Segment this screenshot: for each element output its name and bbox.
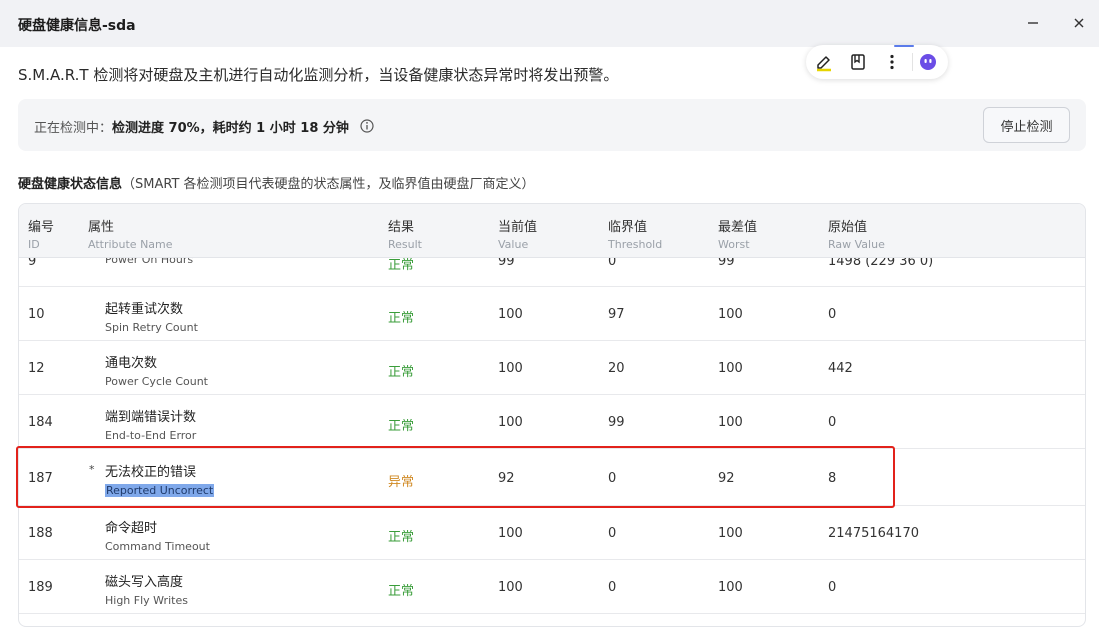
stop-detection-button[interactable]: 停止检测 — [983, 107, 1070, 143]
cell-raw-value: 442 — [828, 361, 853, 376]
detection-progress: 检测进度 70%，耗时约 1 小时 18 分钟 — [112, 121, 349, 136]
column-header-result: 结果 Result — [388, 220, 422, 251]
cell-attribute: 命令超时 Command Timeout — [105, 521, 210, 553]
cell-result: 正常 — [388, 365, 415, 380]
section-note: （SMART 各检测项目代表硬盘的状态属性，及临界值由硬盘厂商定义） — [122, 177, 535, 192]
cell-attribute: 磁头写入高度 High Fly Writes — [105, 575, 188, 607]
cell-value: 100 — [498, 307, 523, 322]
column-header-raw-value: 原始值 Raw Value — [828, 220, 885, 251]
cell-raw-value: 0 — [828, 580, 837, 595]
cell-worst: 100 — [718, 415, 743, 430]
cell-worst: 100 — [718, 526, 743, 541]
table-header: 编号 ID 属性 Attribute Name 结果 Result 当前值 Value … — [19, 204, 1085, 258]
window-titlebar: 硬盘健康信息-sda — [0, 0, 1099, 47]
column-header-id: 编号 ID — [28, 220, 55, 251]
table-row[interactable]: 189 磁头写入高度 High Fly Writes 正常 100 0 100 … — [19, 560, 1085, 614]
cell-raw-value: 21475164170 — [828, 526, 919, 541]
annotation-highlight-box — [16, 446, 895, 508]
more-button[interactable] — [880, 50, 904, 74]
cell-attribute: 通电次数 Power Cycle Count — [105, 356, 208, 388]
cell-threshold: 20 — [608, 361, 625, 376]
table-row[interactable]: 184 端到端错误计数 End-to-End Error 正常 100 99 1… — [19, 395, 1085, 449]
cell-threshold: 97 — [608, 307, 625, 322]
more-vertical-icon — [890, 54, 894, 70]
highlighter-button[interactable] — [812, 50, 836, 74]
cell-threshold: 0 — [608, 580, 617, 595]
floating-toolbar — [806, 45, 948, 79]
cell-result: 正常 — [388, 530, 415, 545]
assistant-button[interactable] — [916, 50, 940, 74]
cell-raw-value: 0 — [828, 307, 837, 322]
minimize-icon — [1028, 22, 1038, 24]
detection-status-panel: 正在检测中：检测进度 70%，耗时约 1 小时 18 分钟 停止检测 — [18, 99, 1086, 151]
cell-id: 189 — [28, 580, 53, 595]
table-row[interactable]: 12 通电次数 Power Cycle Count 正常 100 20 100 … — [19, 341, 1085, 395]
column-header-threshold: 临界值 Threshold — [608, 220, 663, 251]
smart-description: S.M.A.R.T 检测将对硬盘及主机进行自动化监测分析，当设备健康状态异常时将… — [18, 66, 619, 84]
highlighter-icon — [817, 56, 831, 72]
cell-worst: 100 — [718, 307, 743, 322]
minimize-button[interactable] — [1020, 10, 1046, 36]
cell-attribute: 端到端错误计数 End-to-End Error — [105, 410, 197, 442]
cell-id: 12 — [28, 361, 45, 376]
cell-value: 100 — [498, 415, 523, 430]
cell-value: 100 — [498, 526, 523, 541]
cell-result: 正常 — [388, 311, 415, 326]
window-title: 硬盘健康信息-sda — [18, 18, 136, 34]
section-title: 硬盘健康状态信息 — [18, 177, 123, 192]
cell-id: 184 — [28, 415, 53, 430]
cell-result: 正常 — [388, 419, 415, 434]
close-button[interactable] — [1066, 10, 1092, 36]
detection-prefix: 正在检测中： — [34, 121, 113, 136]
bookmark-icon — [851, 54, 865, 70]
toolbar-indicator — [894, 45, 914, 47]
info-icon[interactable] — [360, 118, 374, 137]
cell-id: 10 — [28, 307, 45, 322]
close-icon — [1074, 18, 1084, 28]
column-header-worst: 最差值 Worst — [718, 220, 758, 251]
cell-threshold: 0 — [608, 526, 617, 541]
cell-worst: 100 — [718, 361, 743, 376]
cell-id: 188 — [28, 526, 53, 541]
cell-value: 100 — [498, 361, 523, 376]
cell-value: 100 — [498, 580, 523, 595]
section-heading: 硬盘健康状态信息（SMART 各检测项目代表硬盘的状态属性，及临界值由硬盘厂商定… — [18, 173, 535, 192]
bookmark-button[interactable] — [846, 50, 870, 74]
cell-worst: 100 — [718, 580, 743, 595]
toolbar-divider — [912, 53, 913, 71]
cell-result: 正常 — [388, 584, 415, 599]
smart-attributes-table[interactable]: 编号 ID 属性 Attribute Name 结果 Result 当前值 Value … — [18, 203, 1086, 627]
cell-attribute: 起转重试次数 Spin Retry Count — [105, 302, 198, 334]
column-header-attribute: 属性 Attribute Name — [88, 220, 173, 251]
table-row[interactable]: 188 命令超时 Command Timeout 正常 100 0 100 21… — [19, 506, 1085, 560]
detection-status-text: 正在检测中：检测进度 70%，耗时约 1 小时 18 分钟 — [34, 117, 349, 136]
assistant-face-icon — [920, 54, 936, 70]
cell-threshold: 99 — [608, 415, 625, 430]
table-row[interactable]: 10 起转重试次数 Spin Retry Count 正常 100 97 100… — [19, 287, 1085, 341]
cell-raw-value: 0 — [828, 415, 837, 430]
column-header-value: 当前值 Value — [498, 220, 538, 251]
